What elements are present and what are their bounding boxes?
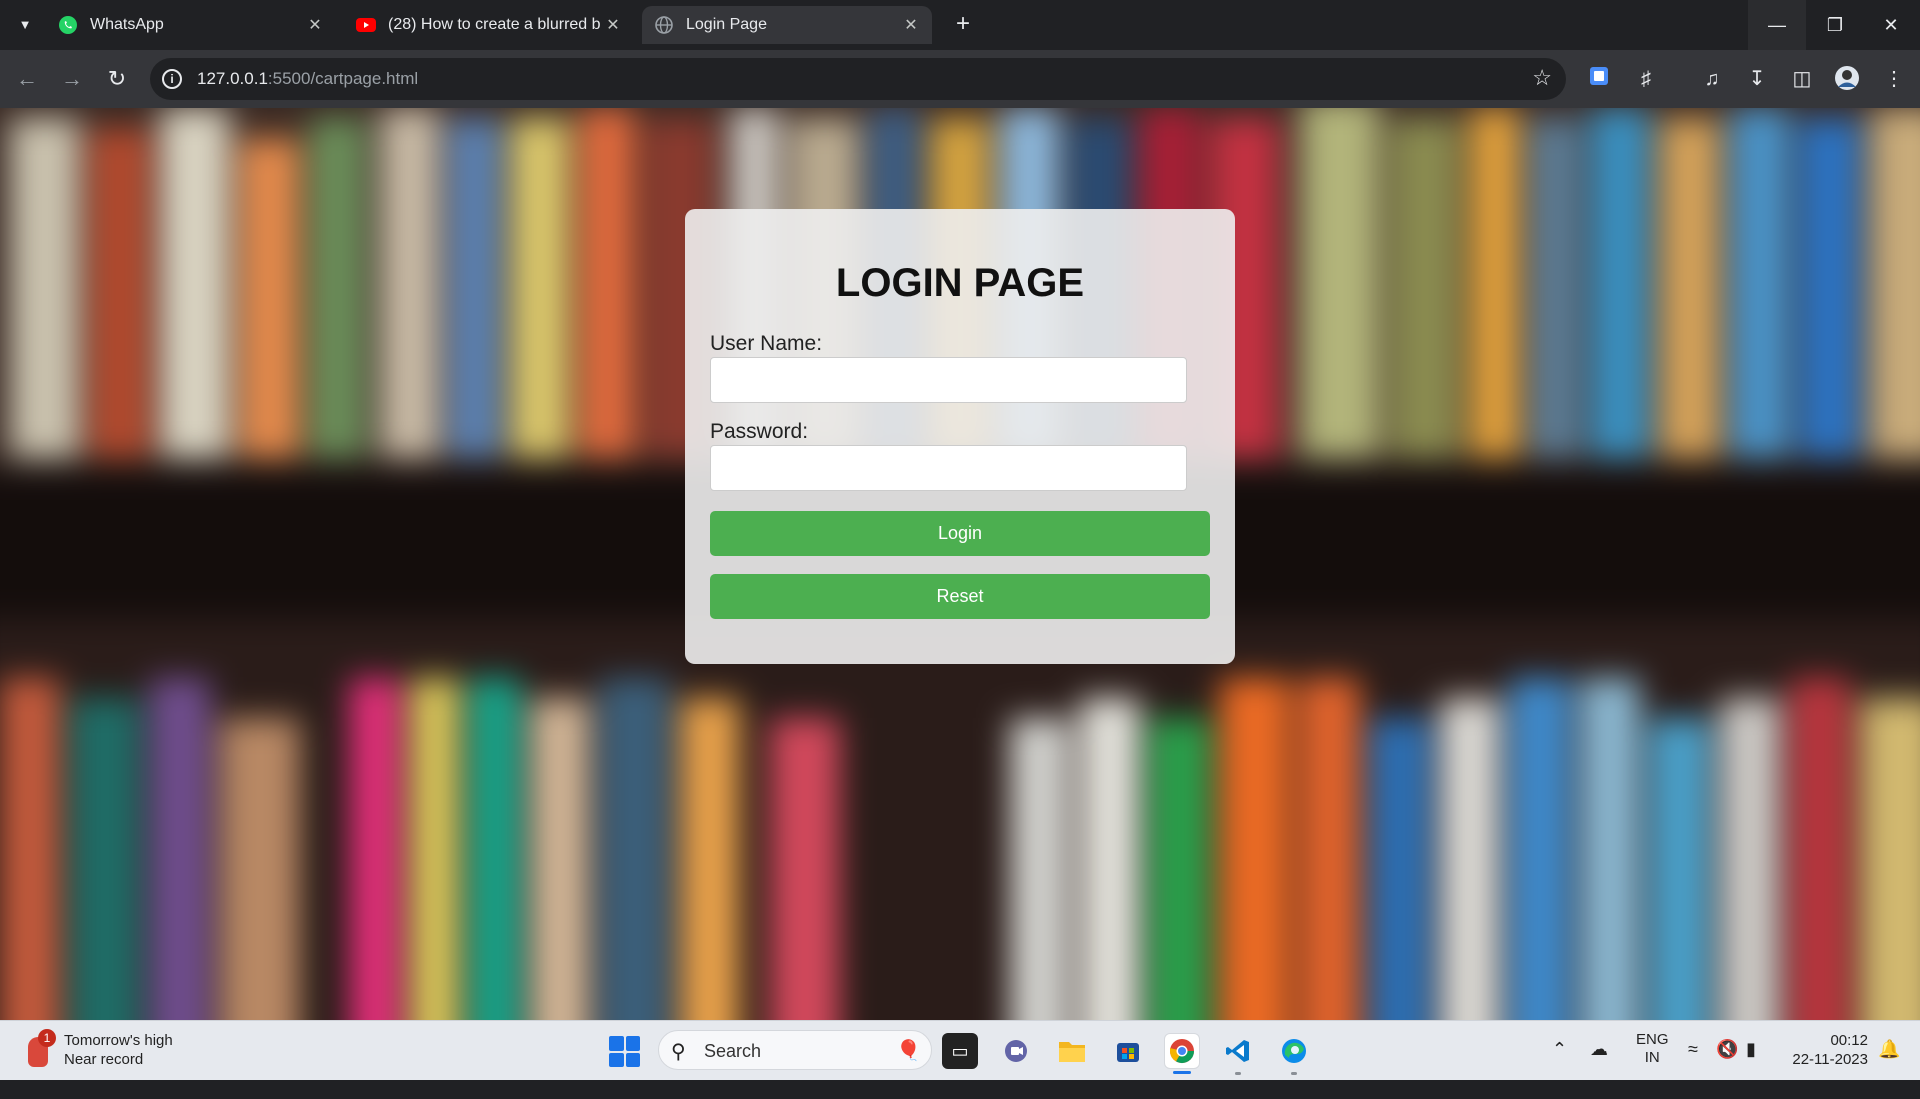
chrome-icon[interactable]	[1164, 1033, 1200, 1074]
clock-time: 00:12	[1830, 1032, 1868, 1049]
region-code: IN	[1644, 1049, 1660, 1066]
window-close-button[interactable]: ✕	[1862, 0, 1920, 50]
language-indicator[interactable]: ENG IN	[1636, 1031, 1669, 1091]
extension-translate-icon[interactable]	[1585, 65, 1613, 93]
close-icon[interactable]: ✕	[900, 15, 922, 35]
tab-youtube[interactable]: (28) How to create a blurred b ✕	[344, 6, 634, 44]
tab-title: Login Page	[686, 16, 767, 33]
notification-bell-icon[interactable]: 🔔	[1878, 1039, 1900, 1099]
tab-search-chevron-icon[interactable]: ▼	[12, 12, 38, 38]
volume-muted-icon[interactable]: 🔇	[1716, 1039, 1738, 1099]
wifi-icon[interactable]: ≈	[1688, 1039, 1698, 1099]
onedrive-sync-icon[interactable]: ☁	[1590, 1039, 1608, 1099]
weather-line-2: Near record	[64, 1051, 144, 1068]
close-icon[interactable]: ✕	[602, 15, 624, 35]
page-viewport: LOGIN PAGE User Name: Password: Login Re…	[0, 108, 1920, 1020]
back-arrow-icon[interactable]: ←	[12, 64, 42, 94]
clock-date: 22-11-2023	[1792, 1051, 1868, 1068]
password-label: Password:	[710, 420, 809, 443]
show-hidden-icons-chevron-icon[interactable]: ⌃	[1552, 1039, 1567, 1099]
teams-icon[interactable]	[998, 1033, 1034, 1069]
search-highlight-icon: 🎈	[896, 1040, 921, 1062]
bookmark-star-icon[interactable]: ☆	[1532, 65, 1552, 91]
reset-button[interactable]: Reset	[710, 574, 1210, 619]
search-icon: ⚲	[671, 1041, 686, 1063]
login-button[interactable]: Login	[710, 511, 1210, 556]
windows-taskbar: 1 Tomorrow's high Near record ⚲ Search 🎈…	[0, 1020, 1920, 1080]
username-input[interactable]	[710, 357, 1187, 403]
file-explorer-icon[interactable]: ▭	[942, 1033, 978, 1069]
clock[interactable]: 00:12 22-11-2023	[1784, 1031, 1868, 1091]
reload-icon[interactable]: ↻	[102, 64, 132, 94]
weather-widget[interactable]: 1 Tomorrow's high Near record	[26, 1029, 226, 1073]
whatsapp-icon	[58, 15, 78, 35]
url-host: 127.0.0.1	[197, 69, 268, 88]
url-path: :5500/cartpage.html	[267, 69, 419, 88]
forward-arrow-icon[interactable]: →	[57, 64, 87, 94]
extensions-puzzle-icon[interactable]: ♯	[1632, 65, 1660, 93]
profile-avatar-icon[interactable]	[1833, 65, 1861, 93]
youtube-icon	[356, 15, 376, 35]
username-label: User Name:	[710, 332, 823, 355]
search-placeholder: Search	[704, 1041, 762, 1061]
battery-icon[interactable]: ▮	[1746, 1039, 1756, 1099]
page-title: LOGIN PAGE	[835, 261, 1085, 305]
menu-kebab-icon[interactable]: ⋮	[1880, 65, 1908, 93]
tab-whatsapp[interactable]: WhatsApp ✕	[46, 6, 336, 44]
windows-start-icon[interactable]	[609, 1036, 640, 1067]
language-code: ENG	[1636, 1031, 1669, 1048]
taskbar-search-box[interactable]: ⚲ Search 🎈	[658, 1030, 932, 1070]
close-icon[interactable]: ✕	[304, 15, 326, 35]
vscode-icon[interactable]	[1220, 1033, 1256, 1075]
weather-badge: 1	[38, 1029, 56, 1047]
side-panel-icon[interactable]: ◫	[1788, 65, 1816, 93]
download-icon[interactable]: ↧	[1743, 65, 1771, 93]
folder-icon[interactable]	[1054, 1033, 1090, 1069]
tab-login-page[interactable]: Login Page ✕	[642, 6, 932, 44]
password-input[interactable]	[710, 445, 1187, 491]
weather-line-1: Tomorrow's high	[64, 1032, 173, 1049]
browser-toolbar: ← → ↻ i 127.0.0.1:5500/cartpage.html ☆ ♯…	[0, 50, 1920, 108]
url-text[interactable]: 127.0.0.1:5500/cartpage.html	[197, 69, 418, 89]
site-info-icon[interactable]: i	[162, 69, 182, 89]
tab-title: (28) How to create a blurred b	[388, 16, 601, 33]
media-control-icon[interactable]: ♫	[1698, 65, 1726, 93]
edge-icon[interactable]	[1276, 1033, 1312, 1075]
tab-title: WhatsApp	[90, 16, 164, 33]
active-indicator	[1173, 1071, 1191, 1074]
restore-button[interactable]: ❐	[1806, 0, 1864, 50]
address-bar[interactable]: i 127.0.0.1:5500/cartpage.html ☆	[150, 58, 1566, 100]
login-form-card: LOGIN PAGE User Name: Password: Login Re…	[685, 209, 1235, 664]
store-icon[interactable]	[1110, 1033, 1146, 1069]
globe-icon	[654, 15, 674, 35]
minimize-button[interactable]: —	[1748, 0, 1806, 50]
new-tab-button[interactable]: +	[950, 12, 976, 38]
tab-strip: ▼ WhatsApp ✕ (28) How to create a blurre…	[0, 0, 1920, 50]
running-indicator	[1291, 1072, 1297, 1075]
running-indicator	[1235, 1072, 1241, 1075]
